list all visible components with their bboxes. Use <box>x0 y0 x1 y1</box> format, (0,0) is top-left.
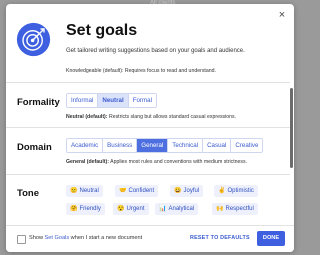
tone-chip-respectful[interactable]: 🙌 Respectful <box>212 203 258 215</box>
close-icon[interactable]: × <box>277 10 287 21</box>
audience-hint: Knowledgeable (default): Requires focus … <box>66 68 216 74</box>
scrollbar[interactable] <box>290 88 293 168</box>
domain-selector: Academic Business General Technical Casu… <box>66 138 264 153</box>
divider <box>6 82 290 83</box>
domain-option-general[interactable]: General <box>137 139 169 152</box>
domain-hint-desc: Applies most rules and conventions with … <box>108 159 248 165</box>
tone-chip-friendly[interactable]: 🤗 Friendly <box>66 203 105 215</box>
domain-hint-value: General (default): <box>66 159 109 165</box>
handshake-icon: 🤝 <box>119 188 127 194</box>
domain-label: Domain <box>17 142 52 153</box>
dialog-subtitle: Get tailored writing suggestions based o… <box>66 48 245 54</box>
tone-chip-label: Analytical <box>168 206 195 212</box>
formality-option-neutral[interactable]: Neutral <box>98 94 129 107</box>
formality-hint: Neutral (default): Restricts slang but a… <box>66 114 236 120</box>
domain-option-casual[interactable]: Casual <box>203 139 232 152</box>
hugging-face-icon: 🤗 <box>70 206 78 212</box>
tone-chip-joyful[interactable]: 😀 Joyful <box>170 185 204 197</box>
tone-chip-urgent[interactable]: 😯 Urgent <box>113 203 149 215</box>
formality-selector: Informal Neutral Formal <box>66 93 157 108</box>
tone-chip-label: Respectful <box>225 206 254 212</box>
tone-chip-optimistic[interactable]: ✌ Optimistic <box>214 185 258 197</box>
tone-chip-label: Neutral <box>79 188 99 194</box>
bar-chart-icon: 📊 <box>159 206 167 212</box>
tone-chip-label: Joyful <box>183 188 200 194</box>
checkbox-label-pre: Show <box>29 235 45 241</box>
domain-option-academic[interactable]: Academic <box>67 139 104 152</box>
reset-to-defaults-button[interactable]: RESET TO DEFAULTS <box>190 235 250 241</box>
set-goals-dialog: × Set goals Get tailored writing suggest… <box>6 4 294 252</box>
divider <box>6 174 290 175</box>
tone-chip-analytical[interactable]: 📊 Analytical <box>155 203 199 215</box>
domain-hint: General (default): Applies most rules an… <box>66 159 247 165</box>
formality-option-formal[interactable]: Formal <box>128 94 156 107</box>
domain-option-business[interactable]: Business <box>103 139 138 152</box>
tone-chip-label: Confident <box>128 188 155 194</box>
dialog-title: Set goals <box>66 22 138 39</box>
show-on-new-document-checkbox[interactable] <box>17 235 26 244</box>
tone-chip-label: Optimistic <box>227 188 254 194</box>
done-button[interactable]: DONE <box>257 231 285 246</box>
audience-hint-desc: Requires focus to read and understand. <box>123 68 216 74</box>
checkbox-label-link: Set Goals <box>44 235 70 241</box>
checkbox-label: Show Set Goals when I start a new docume… <box>29 235 142 241</box>
tone-chip-label: Urgent <box>126 206 145 212</box>
goals-target-icon <box>16 22 51 57</box>
checkbox-label-post: when I start a new document <box>69 235 143 241</box>
formality-hint-value: Neutral (default): <box>66 114 108 120</box>
divider <box>6 127 290 128</box>
audience-hint-value: Knowledgeable (default): <box>66 68 124 74</box>
tone-chip-label: Friendly <box>79 206 101 212</box>
formality-hint-desc: Restricts slang but allows standard casu… <box>107 114 237 120</box>
raised-hands-icon: 🙌 <box>216 206 224 212</box>
grinning-face-icon: 😀 <box>174 188 182 194</box>
formality-option-informal[interactable]: Informal <box>67 94 99 107</box>
dialog-footer: Show Set Goals when I start a new docume… <box>6 225 294 252</box>
surprised-face-icon: 😯 <box>117 206 125 212</box>
tone-label: Tone <box>17 188 39 199</box>
tone-chip-confident[interactable]: 🤝 Confident <box>115 185 159 197</box>
neutral-face-icon: 😐 <box>70 188 78 194</box>
tone-chip-neutral[interactable]: 😐 Neutral <box>66 185 103 197</box>
victory-hand-icon: ✌ <box>218 188 226 194</box>
domain-option-creative[interactable]: Creative <box>231 139 263 152</box>
domain-option-technical[interactable]: Technical <box>168 139 204 152</box>
formality-label: Formality <box>17 97 60 108</box>
